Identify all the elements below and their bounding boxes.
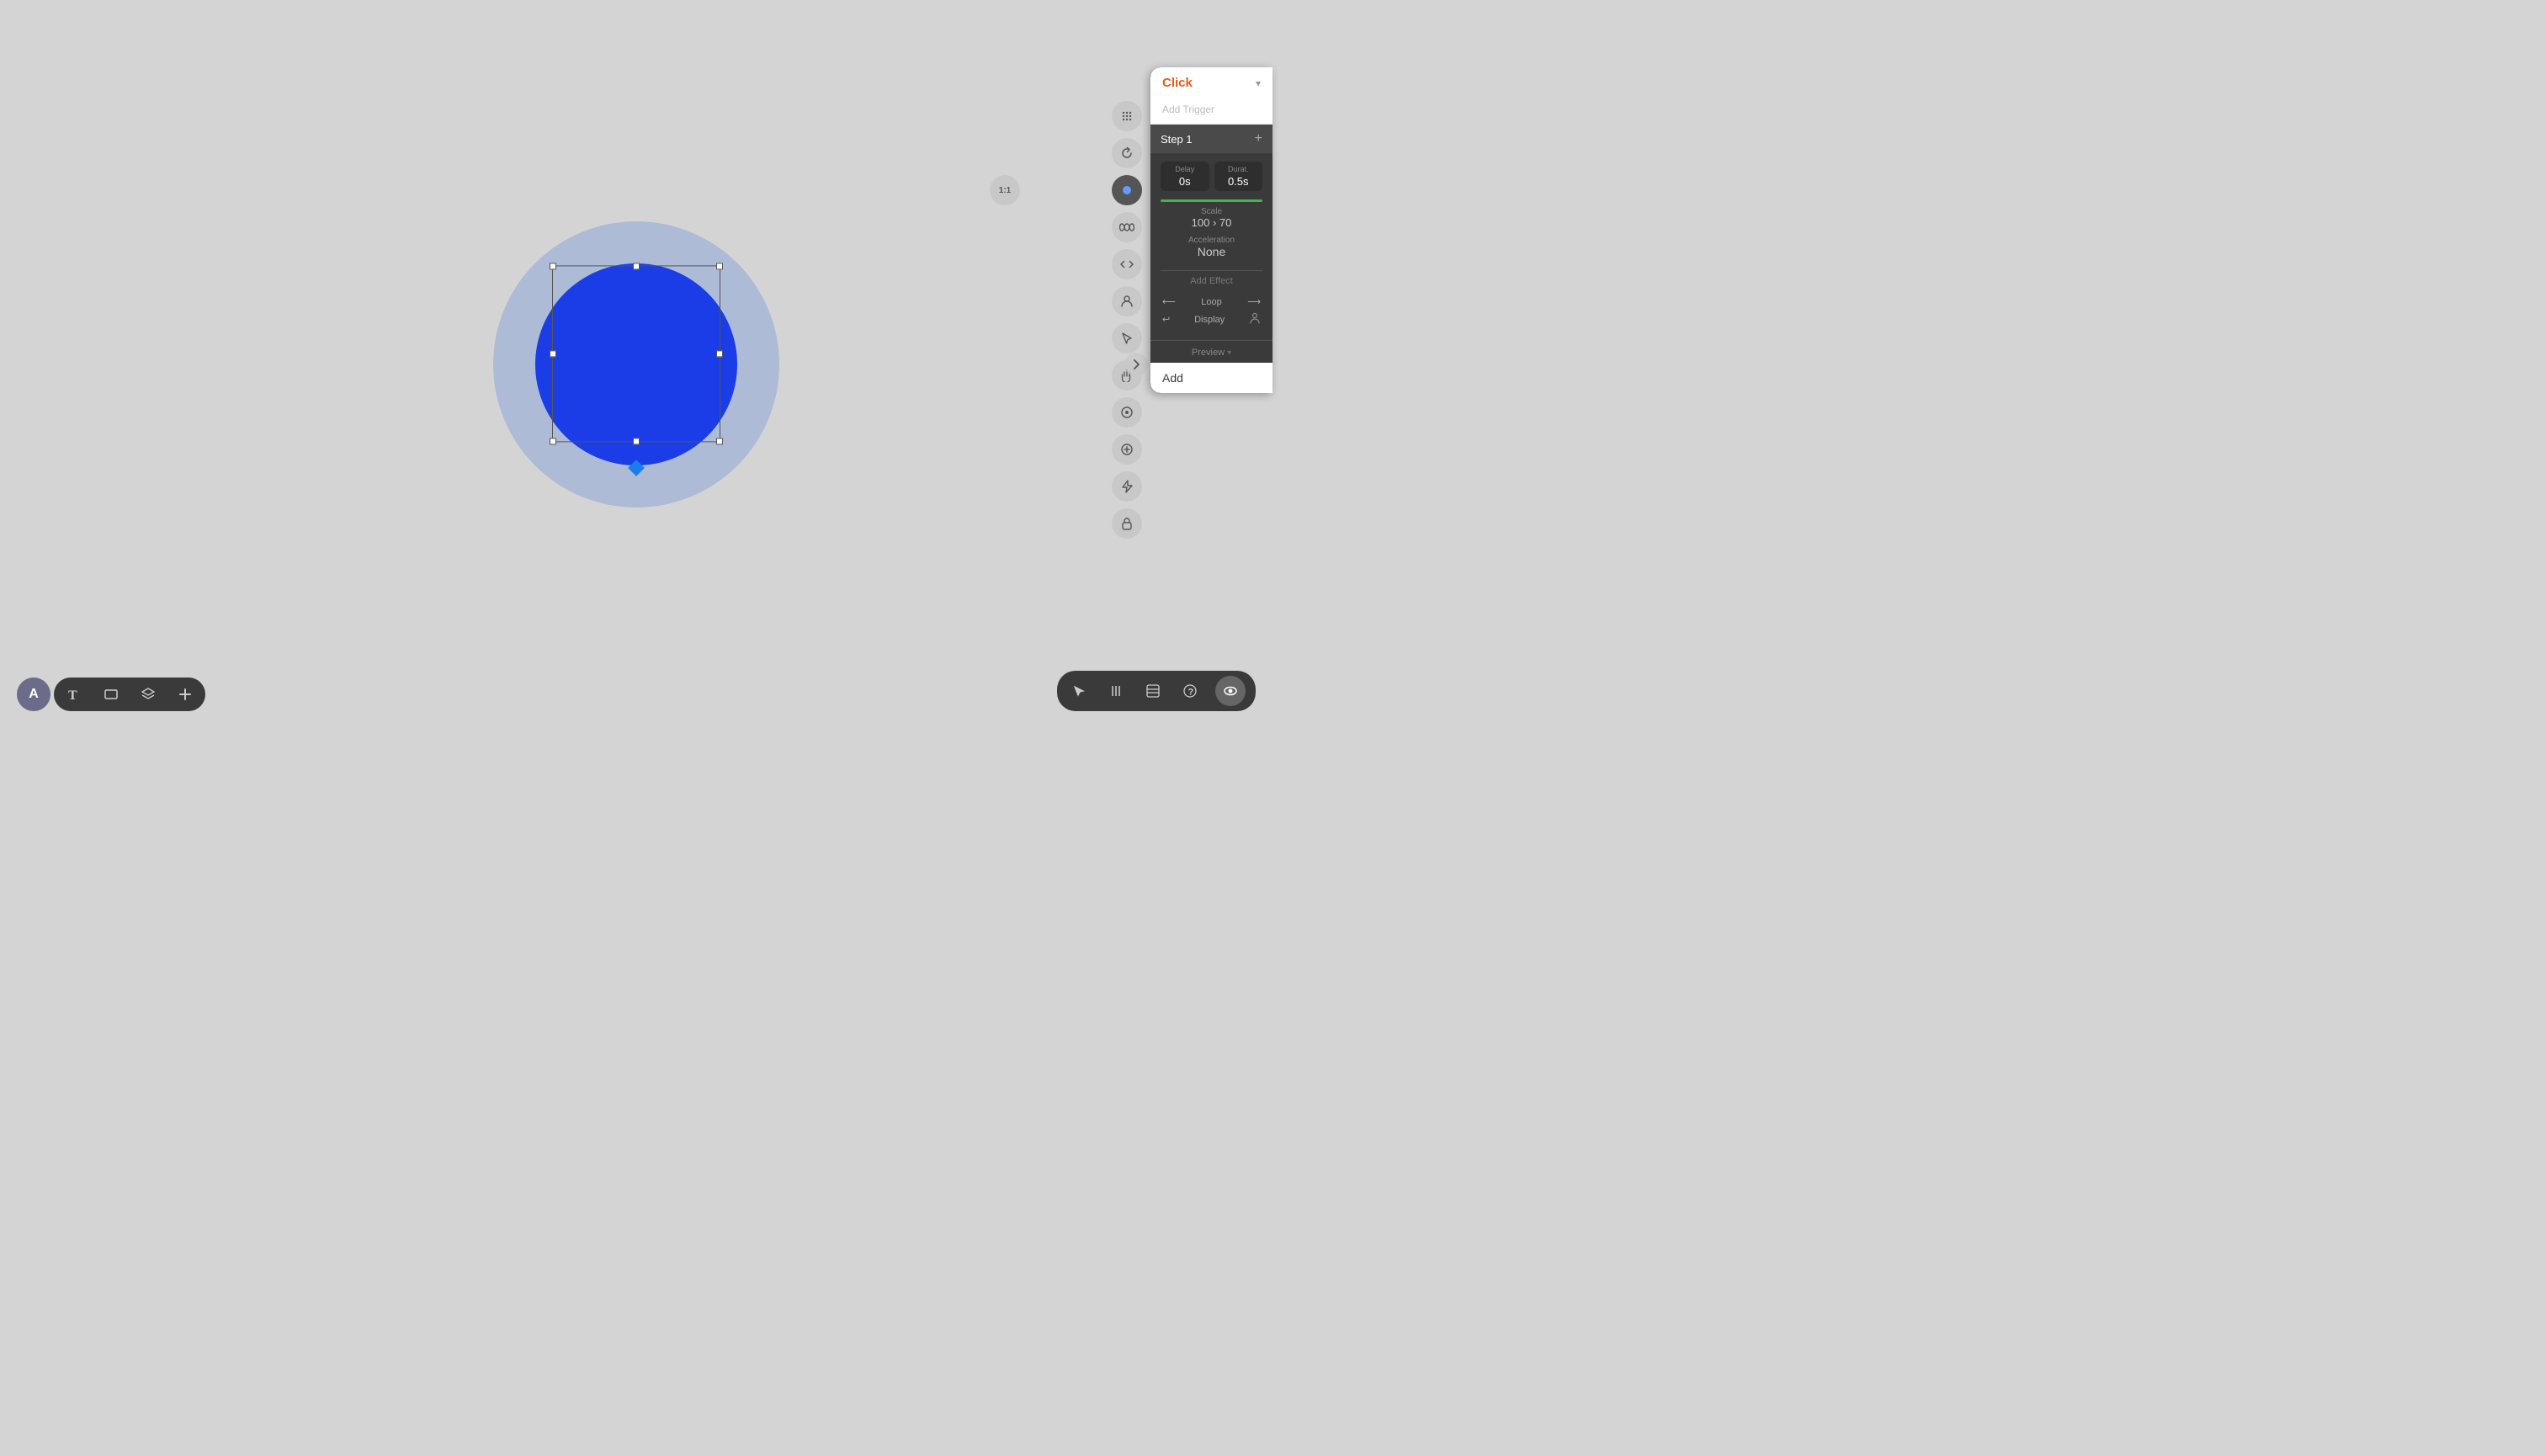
grid-icon-button[interactable] (1112, 101, 1142, 131)
help-button[interactable]: ? (1178, 679, 1202, 703)
handle-mr[interactable] (716, 350, 723, 357)
selection-rect[interactable] (552, 265, 720, 442)
display-label[interactable]: Display (1194, 315, 1225, 325)
color-dot-button[interactable] (1112, 175, 1142, 205)
lock-icon-button[interactable] (1112, 508, 1142, 539)
handle-ml[interactable] (550, 350, 556, 357)
tool-group: T (54, 678, 205, 711)
add-button[interactable]: Add (1150, 363, 1272, 393)
code-icon-button[interactable] (1112, 249, 1142, 279)
infinite-icon-button[interactable] (1112, 212, 1142, 242)
handle-br[interactable] (716, 438, 723, 444)
accel-title: Acceleration (1161, 236, 1262, 245)
add-effect-row[interactable]: Add Effect (1161, 270, 1262, 291)
acceleration-row[interactable]: Acceleration None (1161, 236, 1262, 258)
scale-value: 100 › 70 (1161, 216, 1262, 229)
preview-row: Preview ▾ (1150, 340, 1272, 363)
step-header: Step 1 + (1150, 125, 1272, 153)
user-avatar[interactable]: A (17, 678, 50, 711)
ratio-button[interactable]: 1:1 (990, 175, 1020, 205)
delay-title: Delay (1166, 165, 1204, 173)
eye-preview-button[interactable] (1215, 676, 1246, 706)
sidebar-icons: 1:1 (1112, 101, 1142, 539)
loop-row: ⟵ Loop ⟶ (1161, 296, 1262, 307)
loop-label[interactable]: Loop (1201, 297, 1221, 307)
anim-content: Delay 0s Durat. 0.5s Scale 100 › 70 Acce… (1150, 153, 1272, 340)
bottom-toolbar: A T (17, 678, 205, 711)
refresh-icon-button[interactable] (1112, 138, 1142, 168)
loop-right-arrow: ⟶ (1247, 296, 1261, 307)
handle-bl[interactable] (550, 438, 556, 444)
scale-title: Scale (1161, 207, 1262, 216)
bottom-right-toolbar: ? (1057, 671, 1256, 711)
delay-durat-row: Delay 0s Durat. 0.5s (1161, 162, 1262, 191)
columns-tool-button[interactable] (1104, 679, 1128, 703)
layout-tool-button[interactable] (1141, 679, 1165, 703)
sphere-icon-button[interactable] (1112, 397, 1142, 428)
scale-row[interactable]: Scale 100 › 70 (1161, 207, 1262, 229)
select-tool-button[interactable] (1067, 679, 1091, 703)
display-back-icon: ↩ (1162, 314, 1170, 325)
handle-bm[interactable] (633, 438, 640, 444)
step-label: Step 1 (1161, 133, 1193, 146)
add-step-button[interactable]: + (1255, 131, 1262, 146)
display-row: ↩ Display (1161, 312, 1262, 327)
trigger-label[interactable]: Click (1162, 76, 1193, 90)
cursor-icon-button[interactable] (1112, 323, 1142, 353)
trigger-header: Click ▾ (1150, 67, 1272, 98)
user-icon-button[interactable] (1112, 286, 1142, 316)
delay-block[interactable]: Delay 0s (1161, 162, 1209, 191)
durat-value: 0.5s (1219, 175, 1258, 188)
expand-panel-button[interactable] (1124, 353, 1148, 376)
frame-tool-button[interactable] (99, 683, 123, 706)
plus-circle-button[interactable] (1112, 434, 1142, 465)
design-canvas (476, 205, 796, 524)
preview-chevron: ▾ (1227, 348, 1231, 358)
durat-block[interactable]: Durat. 0.5s (1214, 162, 1263, 191)
delay-value: 0s (1166, 175, 1204, 188)
handle-tl[interactable] (550, 263, 556, 269)
animation-panel: Click ▾ Add Trigger Step 1 + Delay 0s Du… (1150, 67, 1272, 393)
handle-tr[interactable] (716, 263, 723, 269)
svg-text:?: ? (1188, 688, 1194, 698)
svg-text:T: T (68, 688, 77, 702)
layers-tool-button[interactable] (136, 683, 160, 706)
add-tool-button[interactable] (173, 683, 197, 706)
add-trigger-row[interactable]: Add Trigger (1150, 98, 1272, 125)
preview-label[interactable]: Preview (1192, 348, 1225, 358)
lightning-icon-button[interactable] (1112, 471, 1142, 502)
timeline-bar[interactable] (1161, 199, 1262, 202)
display-user-icon (1249, 312, 1261, 327)
handle-tm[interactable] (633, 263, 640, 269)
text-tool-button[interactable]: T (62, 683, 86, 706)
durat-title: Durat. (1219, 165, 1258, 173)
trigger-chevron[interactable]: ▾ (1256, 77, 1261, 89)
accel-value: None (1161, 245, 1262, 258)
loop-left-arrow: ⟵ (1162, 296, 1176, 307)
canvas-area (0, 0, 1272, 728)
